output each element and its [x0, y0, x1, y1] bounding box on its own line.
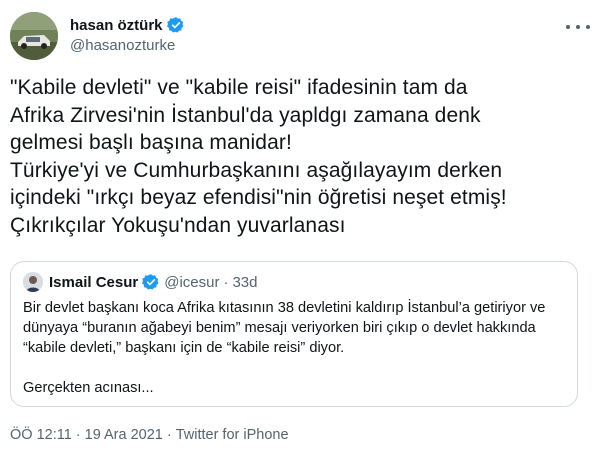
verified-badge-icon: [166, 16, 185, 34]
quoted-separator: ·: [223, 273, 229, 291]
tweet-text-line: Afrika Zirvesi'nin İstanbul'da yapldgı z…: [10, 103, 481, 127]
tweet-header: hasan öztürk @hasanozturke: [10, 12, 600, 60]
meta-separator: ·: [166, 427, 172, 443]
quoted-text-line: dünyaya “buranın ağabeyi benim” mesajı v…: [23, 320, 536, 336]
tweet-text: "Kabile devleti" ve "kabile reisi" ifade…: [10, 74, 600, 239]
quoted-tweet-header: Ismail Cesur @icesur · 33d: [23, 272, 258, 292]
tweet-text-line: "Kabile devleti" ve "kabile reisi" ifade…: [10, 76, 468, 99]
author-names: hasan öztürk @hasanozturke: [70, 16, 185, 54]
quoted-verified-badge-icon: [142, 273, 160, 291]
tweet-text-line: Çıkrıkçılar Yokuşu'ndan yuvarlanası: [10, 213, 346, 237]
quoted-text-spacer: [23, 358, 571, 378]
avatar[interactable]: [10, 12, 58, 60]
quoted-tweet[interactable]: Ismail Cesur @icesur · 33d Bir devlet ba…: [10, 261, 578, 407]
tweet-time[interactable]: ÖÖ 12:11: [10, 427, 72, 443]
tweet: hasan öztürk @hasanozturke "Kabile devle…: [0, 0, 606, 453]
tweet-text-line: Türkiye'yi ve Cumhurbaşkanını aşağılayay…: [10, 158, 503, 182]
quoted-handle: @icesur: [164, 273, 220, 291]
quoted-display-name: Ismail Cesur: [49, 273, 139, 291]
quoted-tweet-text: Bir devlet başkanı koca Afrika kıtasının…: [23, 298, 571, 398]
tweet-meta: ÖÖ 12:11 · 19 Ara 2021 · Twitter for iPh…: [10, 427, 289, 443]
author-display-name[interactable]: hasan öztürk: [70, 17, 163, 34]
quoted-avatar: [23, 272, 43, 292]
quoted-text-line: “kabile devleti,” başkanı için de “kabil…: [23, 340, 345, 356]
avatar-photo-icon: [10, 12, 58, 60]
tweet-text-line: içindeki "ırkçı beyaz efendisi"nin öğret…: [10, 186, 507, 209]
quoted-time: 33d: [232, 273, 258, 291]
quoted-avatar-photo-icon: [23, 272, 43, 292]
tweet-text-line: gelmesi başlı başına manidar!: [10, 131, 292, 154]
tweet-date[interactable]: 19 Ara 2021: [85, 427, 163, 443]
quoted-text-line: Bir devlet başkanı koca Afrika kıtasının…: [23, 300, 546, 316]
author-handle[interactable]: @hasanozturke: [70, 37, 185, 54]
quoted-text-last-line: Gerçekten acınası...: [23, 380, 154, 396]
tweet-source[interactable]: Twitter for iPhone: [176, 427, 289, 443]
more-options-icon[interactable]: [566, 18, 590, 36]
meta-separator: ·: [75, 427, 81, 443]
